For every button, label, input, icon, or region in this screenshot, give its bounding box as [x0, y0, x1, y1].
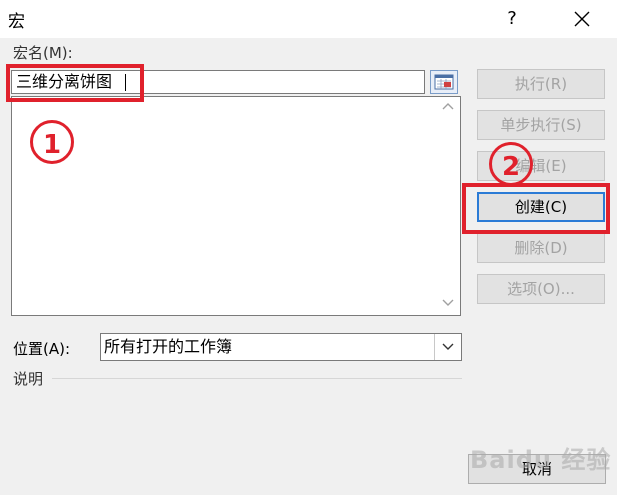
location-label: 位置(A):: [13, 340, 71, 358]
description-label: 说明: [13, 370, 44, 388]
close-icon: [574, 11, 590, 27]
collapse-dialog-icon: [434, 74, 454, 90]
location-value: 所有打开的工作簿: [104, 337, 233, 356]
step-into-button[interactable]: 单步执行(S): [477, 110, 605, 140]
annotation-box-macro-name: [6, 64, 144, 102]
chevron-down-icon: [442, 299, 454, 306]
help-button[interactable]: ?: [494, 4, 530, 34]
delete-button[interactable]: 删除(D): [477, 233, 605, 263]
options-button[interactable]: 选项(O)...: [477, 274, 605, 304]
annotation-box-create: [462, 183, 610, 234]
scroll-up-button[interactable]: [436, 97, 460, 117]
collapse-dialog-button[interactable]: [430, 70, 458, 94]
macro-name-label: 宏名(M):: [13, 44, 73, 62]
annotation-step-1: 1: [30, 120, 74, 164]
location-dropdown-button[interactable]: [434, 334, 461, 360]
close-button[interactable]: [560, 4, 604, 34]
baidu-watermark: Baidu 经验: [470, 446, 612, 474]
chevron-up-icon: [442, 103, 454, 110]
scroll-down-button[interactable]: [436, 294, 460, 314]
description-divider: [52, 378, 462, 379]
list-scrollbar[interactable]: [436, 97, 460, 315]
macro-list[interactable]: [11, 96, 461, 316]
annotation-step-2: 2: [489, 142, 533, 186]
run-button[interactable]: 执行(R): [477, 69, 605, 99]
dialog-title: 宏: [8, 12, 25, 32]
chevron-down-icon: [442, 343, 454, 350]
